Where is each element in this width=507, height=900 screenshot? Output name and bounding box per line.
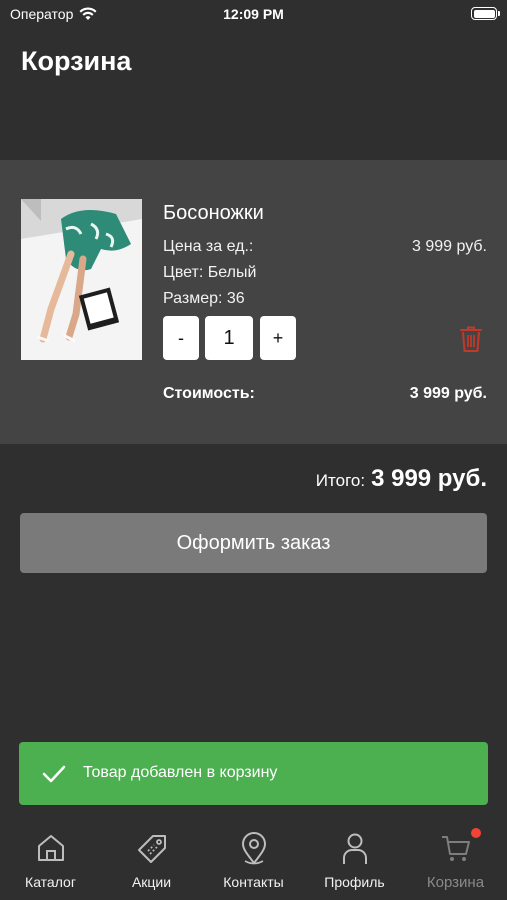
cart-icon (441, 836, 470, 861)
tab-contacts-label: Контакты (223, 874, 284, 890)
tab-bar: Каталог Акции Контакты Профиль Корзина (0, 820, 507, 900)
location-pin-icon (241, 832, 266, 865)
page-title: Корзина (21, 46, 132, 76)
battery-icon (471, 7, 500, 20)
decrease-quantity-button[interactable]: - (163, 316, 199, 360)
tab-profile-label: Профиль (324, 874, 385, 890)
tag-icon (137, 835, 166, 863)
cost-label: Стоимость: (163, 385, 255, 402)
status-bar: Оператор 12:09 PM (0, 0, 507, 30)
person-icon (342, 833, 367, 864)
product-name: Босоножки (163, 202, 264, 224)
home-icon (37, 835, 64, 861)
unit-price-value: 3 999 руб. (412, 238, 487, 255)
tab-contacts[interactable]: Контакты (203, 820, 304, 900)
tab-catalog[interactable]: Каталог (0, 820, 101, 900)
toast-message: Товар добавлен в корзину (83, 764, 278, 781)
cart-badge (471, 828, 481, 838)
order-total: Итого: 3 999 руб. (316, 465, 487, 493)
product-size: Размер: 36 (163, 290, 245, 307)
quantity-field[interactable]: 1 (205, 316, 253, 360)
tab-cart[interactable]: Корзина (405, 820, 506, 900)
total-label: Итого: (315, 471, 366, 490)
tab-promotions-label: Акции (131, 874, 172, 890)
trash-icon[interactable] (459, 325, 483, 353)
tab-catalog-label: Каталог (25, 874, 76, 890)
product-image[interactable] (21, 199, 142, 360)
product-color: Цвет: Белый (163, 264, 257, 281)
clock: 12:09 PM (223, 6, 284, 22)
tab-profile[interactable]: Профиль (304, 820, 405, 900)
checkmark-icon (42, 765, 66, 783)
total-value: 3 999 руб. (371, 465, 487, 492)
checkout-button[interactable]: Оформить заказ (20, 513, 487, 573)
cost-value: 3 999 руб. (409, 385, 487, 402)
increase-quantity-button[interactable]: + (260, 316, 296, 360)
tab-cart-label: Корзина (426, 874, 485, 891)
cart-item: Босоножки Цена за ед.: 3 999 руб. Цвет: … (0, 160, 507, 444)
unit-price-label: Цена за ед.: (163, 238, 254, 255)
added-to-cart-toast: Товар добавлен в корзину (19, 742, 488, 805)
tab-promotions[interactable]: Акции (101, 820, 202, 900)
